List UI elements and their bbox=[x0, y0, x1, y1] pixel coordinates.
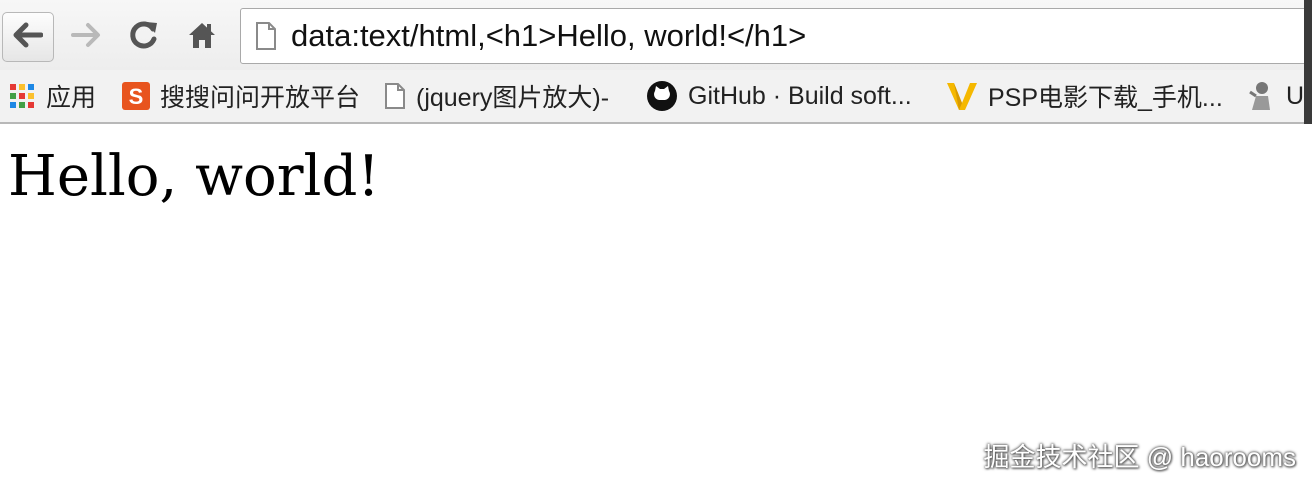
watermark: 掘金技术社区 @ haorooms bbox=[983, 442, 1296, 472]
home-icon bbox=[187, 21, 217, 54]
svg-text:S: S bbox=[129, 84, 144, 109]
browser-chrome: data:text/html,<h1>Hello, world!</h1> 应用… bbox=[0, 0, 1312, 124]
bookmark-github[interactable]: GitHub · Build soft... bbox=[646, 76, 912, 116]
browser-toolbar: data:text/html,<h1>Hello, world!</h1> bbox=[0, 0, 1312, 70]
bookmark-label: (jquery图片放大)- bbox=[416, 84, 610, 112]
back-button[interactable] bbox=[2, 12, 54, 62]
toolbar-divider bbox=[0, 122, 1312, 124]
bookmarks-bar: 应用 S 搜搜问问开放平台 (jquery图片放大)- GitHub · Bui… bbox=[0, 70, 1312, 122]
page-heading: Hello, world! bbox=[8, 144, 380, 209]
url-text[interactable]: data:text/html,<h1>Hello, world!</h1> bbox=[291, 18, 806, 54]
bookmark-label: 搜搜问问开放平台 bbox=[160, 84, 361, 112]
v-logo-icon bbox=[946, 81, 978, 111]
bookmark-label: 应用 bbox=[46, 84, 97, 112]
bookmark-apps[interactable]: 应用 bbox=[8, 76, 96, 116]
page-icon bbox=[384, 82, 406, 110]
reload-icon bbox=[129, 20, 159, 55]
figure-icon bbox=[1246, 80, 1276, 112]
address-bar[interactable]: data:text/html,<h1>Hello, world!</h1> bbox=[240, 8, 1312, 64]
reload-button[interactable] bbox=[120, 12, 168, 62]
bookmark-label: U bbox=[1286, 81, 1305, 110]
bookmark-label: GitHub · Build soft... bbox=[688, 81, 912, 110]
arrow-right-icon bbox=[71, 22, 101, 53]
home-button[interactable] bbox=[178, 12, 226, 62]
github-icon bbox=[646, 80, 678, 112]
arrow-left-icon bbox=[13, 22, 44, 53]
page-icon bbox=[255, 21, 277, 56]
apps-grid-icon bbox=[8, 82, 36, 110]
bookmark-sogou[interactable]: S 搜搜问问开放平台 bbox=[122, 76, 360, 116]
bookmark-label: PSP电影下载_手机... bbox=[988, 84, 1223, 112]
forward-button[interactable] bbox=[62, 12, 110, 62]
bookmark-psp[interactable]: PSP电影下载_手机... bbox=[946, 76, 1223, 116]
bookmark-jquery[interactable]: (jquery图片放大)- bbox=[384, 76, 609, 116]
sogou-icon: S bbox=[122, 82, 150, 110]
bookmark-u[interactable]: U bbox=[1246, 76, 1304, 116]
window-edge bbox=[1304, 0, 1312, 124]
